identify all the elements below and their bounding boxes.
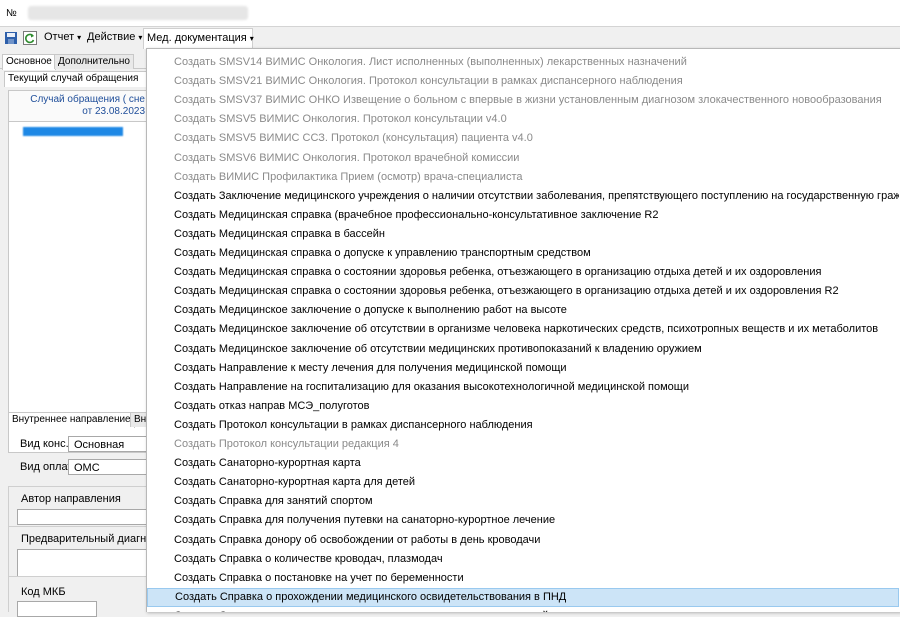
- dropdown-arrow-icon: ▾: [77, 33, 82, 42]
- menu-item[interactable]: Создать Медицинское заключение об отсутс…: [147, 340, 899, 359]
- menu-item[interactable]: Создать отказ направ МСЭ_полуготов: [147, 397, 899, 416]
- menu-item[interactable]: Создать SMSV6 ВИМИС Онкология. Протокол …: [147, 149, 899, 168]
- menu-item[interactable]: Создать Медицинская справка (врачебное п…: [147, 206, 899, 225]
- document-number-label: №: [6, 8, 17, 19]
- report-menu-label: Отчет: [44, 31, 75, 43]
- consultation-type-select[interactable]: Основная: [68, 436, 146, 452]
- menu-item[interactable]: Создать Направление к месту лечения для …: [147, 359, 899, 378]
- menu-item[interactable]: Создать Справка о прохождении медицинско…: [147, 587, 899, 607]
- menu-item[interactable]: Создать Справка о результатах химико-ток…: [147, 607, 899, 612]
- menu-item[interactable]: Создать Справка для занятий спортом: [147, 492, 899, 511]
- menu-item[interactable]: Создать Справка о количестве кроводач, п…: [147, 550, 899, 569]
- menu-item[interactable]: Создать Санаторно-курортная карта для де…: [147, 473, 899, 492]
- menu-item[interactable]: Создать Справка для получения путевки на…: [147, 511, 899, 530]
- menu-item[interactable]: Создать Справка о постановке на учет по …: [147, 569, 899, 588]
- menu-item[interactable]: Создать SMSV14 ВИМИС Онкология. Лист исп…: [147, 53, 899, 72]
- mkb-code-field[interactable]: [17, 601, 97, 617]
- author-field[interactable]: [17, 509, 147, 525]
- author-group: Автор направления: [8, 486, 147, 528]
- menu-item[interactable]: Создать Медицинская справка о допуске к …: [147, 244, 899, 263]
- title-bar: №: [0, 0, 900, 27]
- menu-item[interactable]: Создать SMSV37 ВИМИС ОНКО Извещение о бо…: [147, 91, 899, 110]
- left-panel: Основное Дополнительно Текущий случай об…: [0, 50, 157, 617]
- author-label: Автор направления: [21, 493, 121, 505]
- tab-main[interactable]: Основное: [2, 54, 56, 70]
- action-menu-button[interactable]: Действие ▾: [87, 31, 142, 43]
- direction-tabs: Внутреннее направление Вн: [0, 412, 148, 428]
- report-menu-button[interactable]: Отчет ▾: [44, 31, 81, 43]
- toolbar: Отчет ▾ Действие ▾: [0, 27, 900, 49]
- mkb-group: Код МКБ: [8, 576, 147, 617]
- menu-item[interactable]: Создать Медицинская справка в бассейн: [147, 225, 899, 244]
- diagnosis-field[interactable]: [17, 549, 147, 579]
- med-docs-dropdown-menu: Создать SMSV14 ВИМИС Онкология. Лист исп…: [146, 48, 900, 612]
- menu-item[interactable]: Создать ВИМИС Профилактика Прием (осмотр…: [147, 168, 899, 187]
- menu-item[interactable]: Создать Направление на госпитализацию дл…: [147, 378, 899, 397]
- dropdown-arrow-icon: ▾: [138, 33, 143, 42]
- payment-type-select[interactable]: ОМС: [68, 459, 146, 475]
- menu-item[interactable]: Создать Справка донору об освобождении о…: [147, 531, 899, 550]
- refresh-icon[interactable]: [23, 31, 37, 45]
- diagnosis-label: Предварительный диагноз: [21, 533, 158, 545]
- tab-current-case[interactable]: Текущий случай обращения: [4, 71, 150, 87]
- selected-case-row[interactable]: [23, 127, 123, 136]
- menu-item[interactable]: Создать Санаторно-курортная карта: [147, 454, 899, 473]
- case-header-line1: Случай обращения ( сне: [30, 94, 145, 105]
- tab-internal-direction[interactable]: Внутреннее направление: [8, 412, 135, 428]
- dropdown-arrow-icon: ▾: [249, 34, 254, 43]
- case-column-header[interactable]: Случай обращения ( сне от 23.08.2023: [8, 90, 147, 123]
- menu-item[interactable]: Создать Медицинское заключение о допуске…: [147, 301, 899, 320]
- med-docs-menu-button[interactable]: Мед. документация ▾: [143, 28, 254, 49]
- menu-item[interactable]: Создать SMSV5 ВИМИС ССЗ. Протокол (консу…: [147, 129, 899, 148]
- case-list[interactable]: [8, 121, 147, 453]
- med-docs-menu-label: Мед. документация: [147, 32, 247, 44]
- tab-additional[interactable]: Дополнительно: [54, 54, 134, 69]
- menu-item[interactable]: Создать Заключение медицинского учрежден…: [147, 187, 899, 206]
- menu-item[interactable]: Создать SMSV5 ВИМИС Онкология. Протокол …: [147, 110, 899, 129]
- menu-item[interactable]: Создать Медицинское заключение об отсутс…: [147, 320, 899, 339]
- blurred-title: [28, 6, 248, 20]
- save-icon[interactable]: [4, 31, 18, 45]
- case-header-line2: от 23.08.2023: [82, 106, 145, 117]
- menu-item[interactable]: Создать Протокол консультации в рамках д…: [147, 416, 899, 435]
- main-tabs: Основное Дополнительно: [0, 52, 146, 70]
- mkb-code-label: Код МКБ: [21, 586, 66, 598]
- consultation-type-label: Вид конс.: [20, 438, 69, 450]
- menu-item[interactable]: Создать Медицинская справка о состоянии …: [147, 282, 899, 301]
- menu-item[interactable]: Создать Протокол консультации редакция 4: [147, 435, 899, 454]
- action-menu-label: Действие: [87, 31, 136, 43]
- menu-item[interactable]: Создать SMSV21 ВИМИС Онкология. Протокол…: [147, 72, 899, 91]
- menu-item[interactable]: Создать Медицинская справка о состоянии …: [147, 263, 899, 282]
